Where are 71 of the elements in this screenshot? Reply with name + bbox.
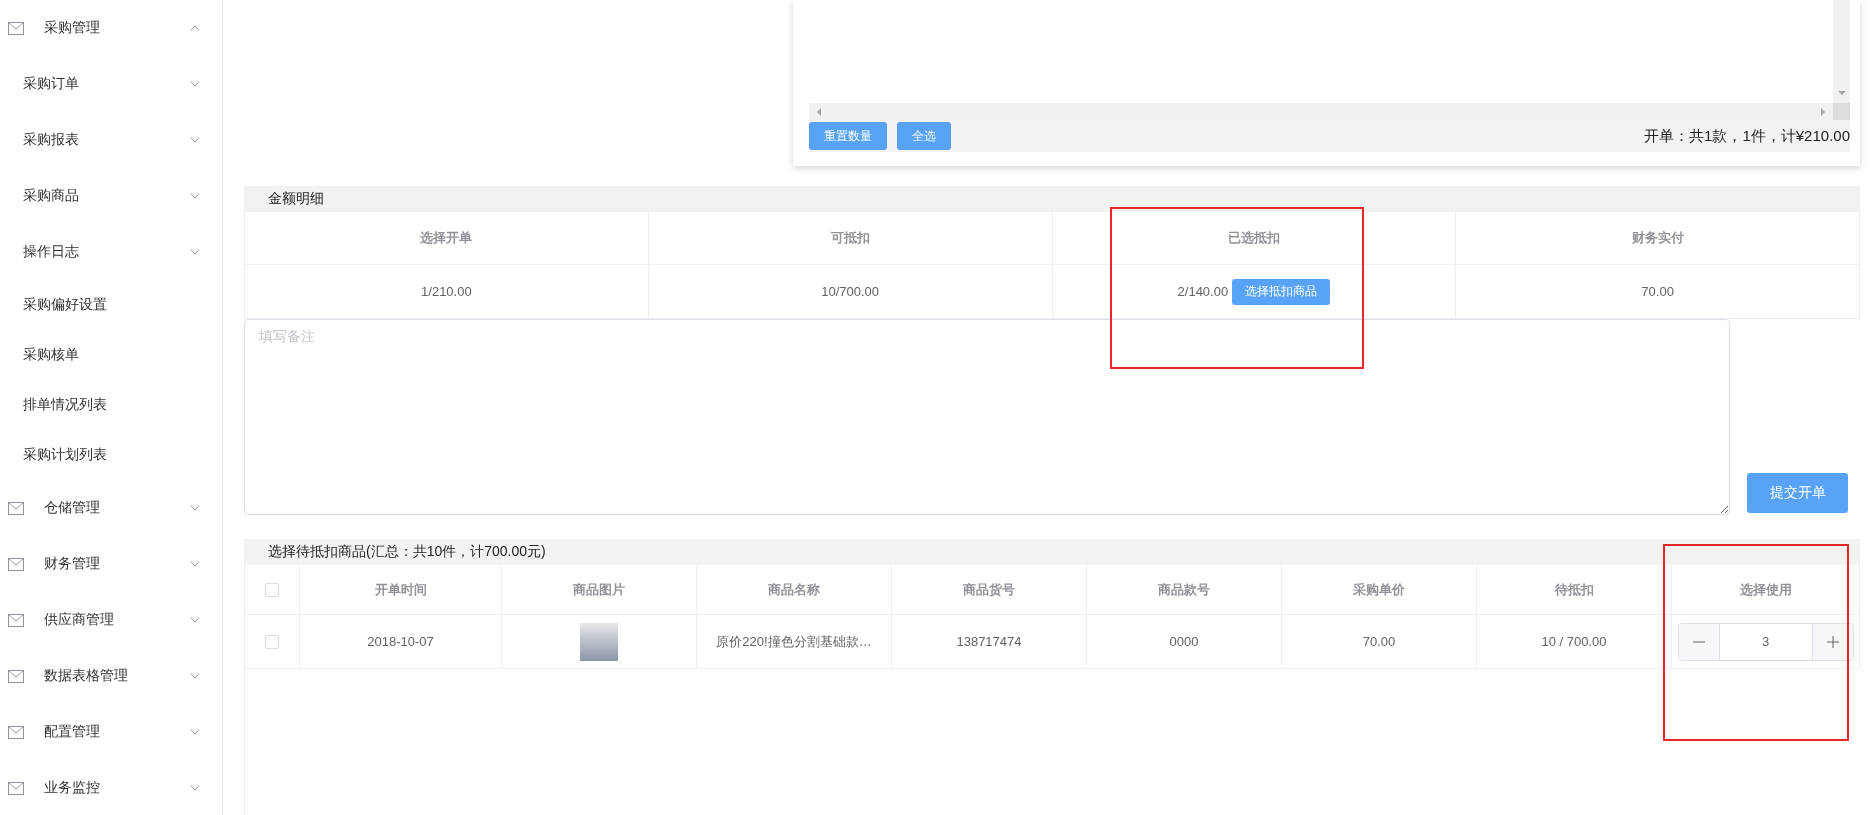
chevron-down-icon [190,137,200,143]
chevron-down-icon [190,785,200,791]
table-cell: 70.00 [1282,615,1477,669]
plus-icon [1826,635,1839,648]
chevron-down-icon [190,505,200,511]
envelope-icon [8,557,24,571]
minus-button[interactable] [1678,623,1720,660]
minus-icon [1692,640,1705,643]
menu-item[interactable]: 业务监控 [0,760,222,815]
column-header: 开单时间 [300,565,502,615]
column-header: 财务实付 [1456,212,1860,265]
envelope-icon [8,501,24,515]
table-cell: 70.00 [1641,284,1674,299]
submenu-item[interactable]: 操作日志 [0,224,222,280]
chevron-down-icon [190,617,200,623]
column-header: 商品名称 [697,565,892,615]
chevron-down-icon [190,673,200,679]
order-summary: 开单：共1款，1件，计¥210.00 [1644,126,1850,146]
menu-item[interactable]: 财务管理 [0,536,222,592]
envelope-icon [8,613,24,627]
table-cell: 138717474 [892,615,1087,669]
chevron-down-icon [190,81,200,87]
remarks-field[interactable]: 填写备注 [244,319,1730,515]
submenu-item[interactable]: 采购计划列表 [0,430,222,480]
menu-item[interactable]: 配置管理 [0,704,222,760]
submenu-item[interactable]: 采购报表 [0,112,222,168]
column-header: 待抵扣 [1477,565,1672,615]
chevron-down-icon [190,729,200,735]
plus-button[interactable] [1811,623,1853,660]
submenu-item[interactable]: 采购商品 [0,168,222,224]
column-header: 商品图片 [502,565,697,615]
horizontal-scrollbar[interactable] [809,103,1833,120]
table-cell: 10/700.00 [821,284,880,299]
table-cell: 原价220!撞色分割基础款… [697,615,892,669]
envelope-icon [8,669,24,683]
section-title: 金额明细 [268,190,324,208]
column-header: 商品货号 [892,565,1087,615]
chevron-down-icon [190,249,200,255]
envelope-icon [8,781,24,795]
submenu-item[interactable]: 排单情况列表 [0,380,222,430]
scrollbar-corner [1833,103,1850,120]
chevron-down-icon [190,561,200,567]
menu-item[interactable]: 仓储管理 [0,480,222,536]
column-header: 采购单价 [1282,565,1477,615]
column-header: 已选抵扣 [1052,212,1457,265]
table-cell: 1/210.00 [421,284,472,299]
column-header: 选择使用 [1672,565,1860,615]
submenu-item[interactable]: 采购偏好设置 [0,280,222,330]
table-cell: 2018-10-07 [300,615,502,669]
menu-item[interactable]: 采购管理 [0,0,222,56]
submenu-item[interactable]: 采购核单 [0,330,222,380]
menu-item[interactable]: 供应商管理 [0,592,222,648]
quantity-stepper[interactable]: 3 [1677,622,1854,661]
checkbox[interactable] [265,582,279,597]
chevron-down-icon [190,193,200,199]
table-cell: 0000 [1087,615,1282,669]
envelope-icon [8,21,24,35]
column-header: 可抵扣 [648,212,1053,265]
column-header: 商品款号 [1087,565,1282,615]
table-cell: 10 / 700.00 [1477,615,1672,669]
section-title: 选择待抵扣商品(汇总：共10件，计700.00元) [268,543,546,561]
chevron-up-icon [190,25,200,31]
photo-placeholder [580,622,618,661]
column-header: 选择开单 [245,212,649,265]
envelope-icon [8,725,24,739]
table-cell: 2/140.00 [1177,284,1229,299]
menu-item[interactable]: 数据表格管理 [0,648,222,704]
checkbox[interactable] [265,634,279,649]
vertical-scrollbar[interactable] [1833,0,1850,103]
submenu-item[interactable]: 采购订单 [0,56,222,112]
quantity-value: 3 [1760,633,1771,651]
